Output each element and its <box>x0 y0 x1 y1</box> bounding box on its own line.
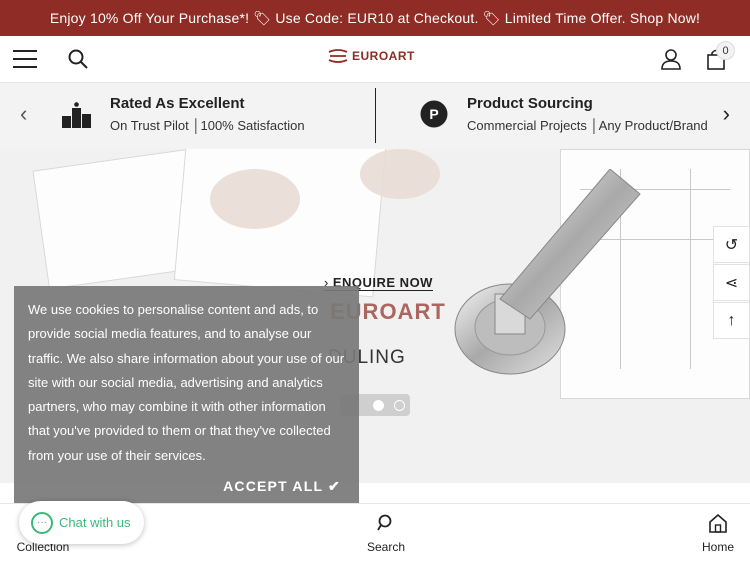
site-header: EUROART 0 <box>0 36 750 83</box>
search-icon <box>377 514 392 531</box>
accept-all-button[interactable]: ACCEPT ALL ✔ <box>223 478 341 495</box>
chat-label: Chat with us <box>59 515 131 530</box>
blueprint-line <box>690 169 691 369</box>
trust-carousel: ‹ Rated As Excellent On Trust Pilot │100… <box>0 83 750 149</box>
nav-label: Home <box>701 540 734 554</box>
slider-dot[interactable] <box>373 399 384 411</box>
chat-widget-button[interactable]: ··· Chat with us <box>19 501 144 544</box>
slider-dot[interactable] <box>394 399 405 411</box>
share-icon[interactable]: ⋖ <box>713 264 750 301</box>
home-icon <box>709 514 727 533</box>
hand-image <box>360 149 440 199</box>
search-icon[interactable] <box>68 49 88 69</box>
hand-image <box>210 169 300 229</box>
side-toolbar: ↺ ⋖ ↑ <box>713 226 750 340</box>
nav-search[interactable]: Search <box>355 504 417 563</box>
recently-viewed-icon[interactable]: ↺ <box>713 226 750 263</box>
menu-icon[interactable] <box>13 50 37 68</box>
svg-text:P: P <box>429 106 438 122</box>
next-arrow-icon[interactable]: › <box>723 101 730 127</box>
trust-title: Product Sourcing <box>467 95 593 112</box>
trust-subtitle: On Trust Pilot │100% Satisfaction <box>110 118 305 133</box>
cookie-text: We use cookies to personalise content an… <box>28 302 345 463</box>
logo-mark-icon <box>328 49 348 63</box>
nav-label: Search <box>366 540 406 554</box>
announcement-text[interactable]: Enjoy 10% Off Your Purchase*! 🏷 Use Code… <box>50 10 700 27</box>
trust-item-sourcing: P Product Sourcing Commercial Projects │… <box>376 83 750 149</box>
cart-count-badge: 0 <box>716 41 735 60</box>
announcement-bar[interactable]: Enjoy 10% Off Your Purchase*! 🏷 Use Code… <box>0 0 750 36</box>
parking-p-icon: P <box>420 100 448 128</box>
trust-item-rated: Rated As Excellent On Trust Pilot │100% … <box>0 83 375 149</box>
account-icon[interactable] <box>660 48 682 70</box>
door-handle-image <box>454 169 641 375</box>
podium-icon <box>62 102 91 128</box>
cookie-banner: We use cookies to personalise content an… <box>14 286 359 503</box>
logo[interactable]: EUROART <box>327 49 415 63</box>
nav-home[interactable]: Home <box>693 504 743 563</box>
chat-bubble-icon: ··· <box>31 511 53 534</box>
trust-subtitle: Commercial Projects │Any Product/Brand <box>467 118 708 133</box>
back-to-top-icon[interactable]: ↑ <box>713 302 750 339</box>
logo-text: EUROART <box>352 49 415 63</box>
trust-title: Rated As Excellent <box>110 95 245 112</box>
